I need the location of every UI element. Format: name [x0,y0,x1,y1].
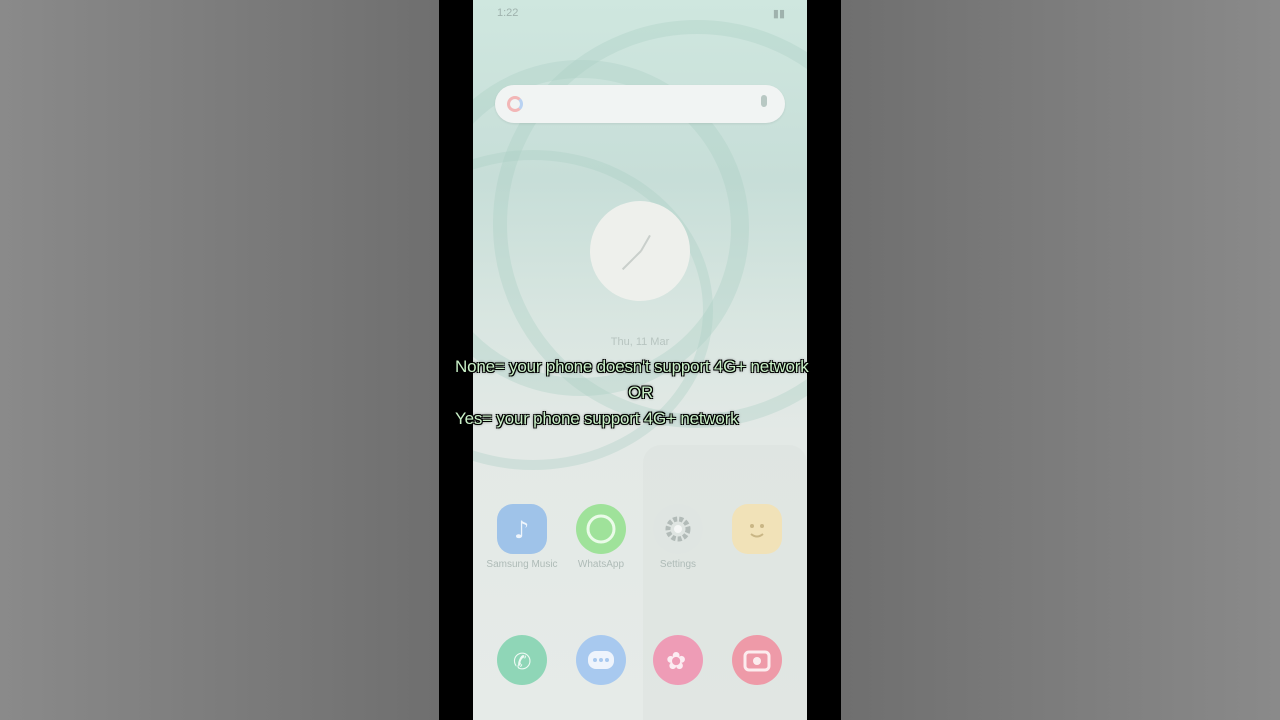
status-bar: 1:22 ▮▮ [473,0,807,26]
gallery-icon: ✿ [653,635,703,685]
clock-widget[interactable] [590,201,690,301]
phone-icon: ✆ [497,635,547,685]
emoji-app-icon [732,504,782,554]
dock-phone[interactable]: ✆ [482,635,562,685]
dock-camera[interactable] [717,635,797,685]
google-icon [507,96,523,112]
app-label: Settings [659,559,697,570]
app-label: Samsung Music [486,559,558,570]
gear-icon [653,504,703,554]
svg-text:✿: ✿ [666,647,686,675]
battery-icon: ▮▮ [772,8,785,20]
status-time: 1:22 [497,7,519,19]
caption-line-2: OR [628,383,654,402]
app-emoji[interactable] [717,504,797,559]
app-label: WhatsApp [577,559,625,570]
svg-text:♪: ♪ [514,516,529,544]
mic-icon[interactable] [761,95,767,107]
app-samsung-music[interactable]: ♪ Samsung Music [482,504,562,571]
dock-gallery[interactable]: ✿ [638,635,718,685]
dock-messages[interactable] [561,635,641,685]
messages-icon [576,635,626,685]
clock-minute-hand [621,250,642,271]
caption-line-3: Yes= your phone support 4G+ network [455,409,739,428]
app-whatsapp[interactable]: WhatsApp [561,504,641,571]
date-text: Thu, 11 Mar [610,336,670,348]
caption-line-1: None= your phone doesn't support 4G+ net… [455,357,809,376]
app-settings[interactable]: Settings [638,504,718,571]
camera-icon [732,635,782,685]
svg-text:✆: ✆ [513,650,531,675]
search-bar[interactable] [495,85,785,123]
music-note-icon: ♪ [497,504,547,554]
whatsapp-icon [576,504,626,554]
clock-hour-hand [640,234,651,252]
